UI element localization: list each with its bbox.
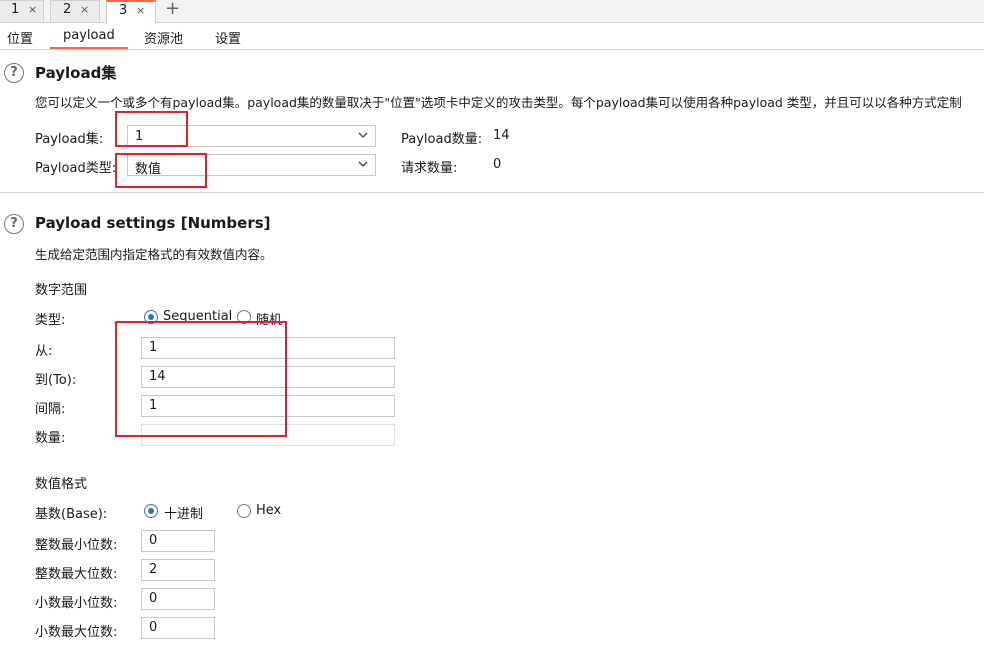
from-input[interactable]: 1 [141,337,395,359]
range-type-label: 类型: [35,313,66,328]
min-fraction-digits-label: 小数最小位数: [35,596,118,611]
payload-count-label: Payload数量: [401,132,483,147]
how-many-input[interactable] [141,424,395,446]
payload-type-value: 数值 [135,162,162,177]
sub-tab-bar: 位置 payload 资源池 设置 [0,23,984,50]
question-circle-icon[interactable]: ? [4,214,24,234]
tab-resource-pool[interactable]: 资源池 [144,28,183,47]
payload-sets-description: 您可以定义一个或多个有payload集。payload集的数量取决于"位置"选项… [35,95,962,110]
payload-set-label: Payload集: [35,132,104,147]
number-range-heading: 数字范围 [35,283,88,298]
attack-tab-label: 2 [63,2,72,17]
random-radio[interactable] [237,310,251,324]
decimal-radio-label[interactable]: 十进制 [164,503,203,522]
payload-settings-title: Payload settings [Numbers] [35,214,271,232]
random-radio-label[interactable]: 随机 [256,309,282,328]
max-integer-digits-input[interactable]: 2 [141,559,215,581]
sequential-radio-label[interactable]: Sequential [163,309,232,324]
close-icon[interactable]: × [136,4,145,17]
payload-settings-description: 生成给定范围内指定格式的有效数值内容。 [35,247,273,262]
attack-tab-2[interactable]: 2 × [50,0,100,22]
max-fraction-digits-label: 小数最大位数: [35,625,118,640]
from-label: 从: [35,344,53,359]
close-icon[interactable]: × [80,3,89,16]
base-label: 基数(Base): [35,507,108,522]
payload-set-value: 1 [135,129,144,144]
hex-radio[interactable] [237,504,251,518]
attack-tab-label: 3 [119,3,128,18]
request-count-label: 请求数量: [401,161,458,176]
attack-tab-3[interactable]: 3 × [106,0,156,24]
chevron-down-icon [358,132,368,138]
max-fraction-digits-input[interactable]: 0 [141,617,215,639]
max-integer-digits-label: 整数最大位数: [35,567,118,582]
section-divider [0,192,984,193]
attack-tab-1[interactable]: 1 × [0,0,44,22]
payload-type-select[interactable]: 数值 [127,154,376,177]
attack-tab-bar: 1 × 2 × 3 × + [0,0,984,24]
question-circle-icon[interactable]: ? [4,63,24,83]
hex-radio-label[interactable]: Hex [256,503,281,518]
plus-icon[interactable]: + [165,0,180,19]
close-icon[interactable]: × [28,3,37,16]
attack-tab-label: 1 [11,2,20,17]
tab-positions[interactable]: 位置 [7,28,33,47]
sequential-radio[interactable] [144,310,158,324]
min-integer-digits-input[interactable]: 0 [141,530,215,552]
to-label: 到(To): [35,373,77,388]
chevron-down-icon [358,161,368,167]
payload-set-select[interactable]: 1 [127,125,376,147]
tab-payload[interactable]: payload [50,28,128,49]
payload-sets-title: Payload集 [35,64,117,82]
min-integer-digits-label: 整数最小位数: [35,538,118,553]
request-count-value: 0 [493,157,502,172]
decimal-radio[interactable] [144,504,158,518]
payload-count-value: 14 [493,128,510,143]
number-format-heading: 数值格式 [35,477,88,492]
step-input[interactable]: 1 [141,395,395,417]
min-fraction-digits-input[interactable]: 0 [141,588,215,610]
to-input[interactable]: 14 [141,366,395,388]
how-many-label: 数量: [35,431,66,446]
tab-settings[interactable]: 设置 [215,28,241,47]
payload-type-label: Payload类型: [35,161,117,176]
step-label: 间隔: [35,402,66,417]
